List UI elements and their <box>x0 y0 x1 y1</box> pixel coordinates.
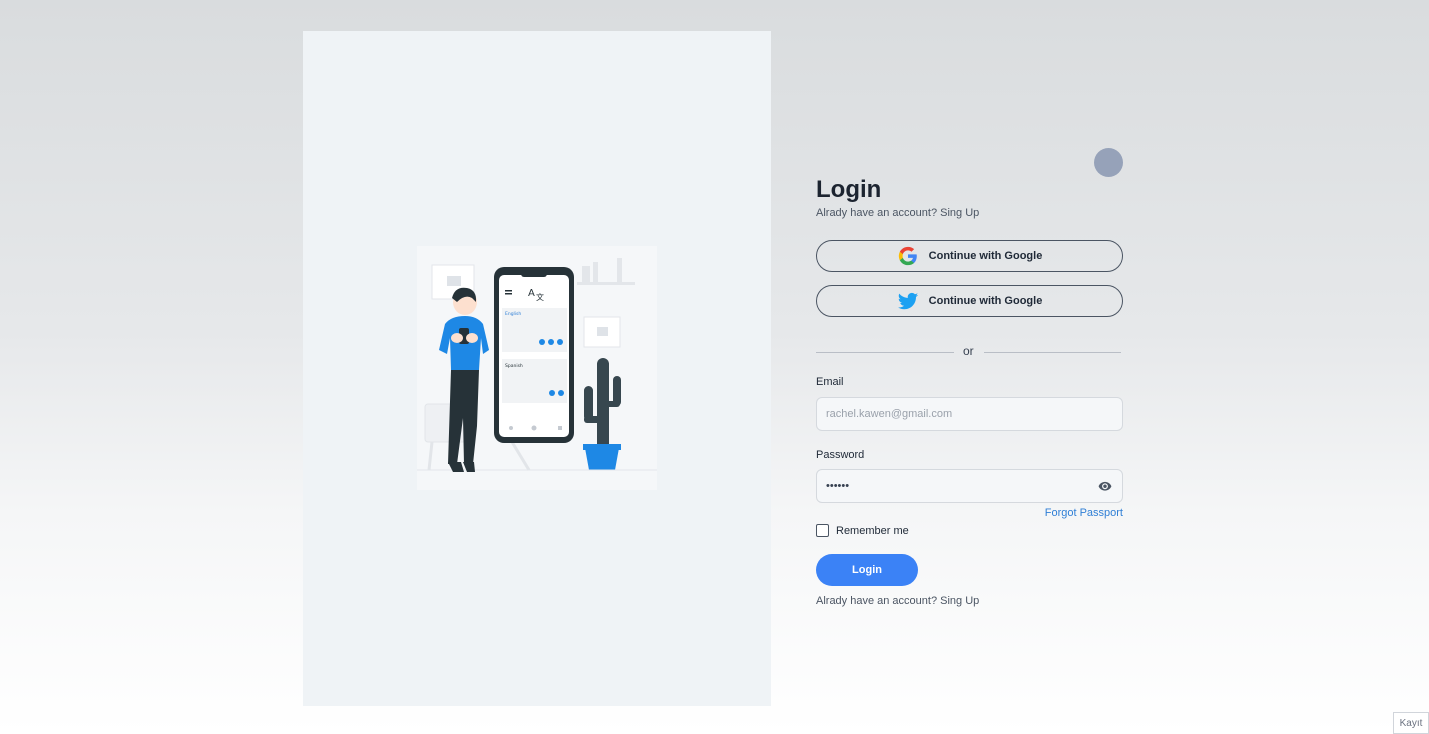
lang-2-label: Spanish <box>505 363 523 369</box>
divider-line-left <box>816 352 954 353</box>
corner-badge[interactable]: Kayıt <box>1393 712 1429 734</box>
password-label: Password <box>816 449 865 461</box>
phone-translation-illustration: A 文 English Spanish <box>417 258 657 472</box>
twitter-signin-button[interactable]: Continue with Google <box>816 285 1123 317</box>
password-field[interactable] <box>816 469 1123 503</box>
twitter-button-label: Continue with Google <box>928 295 1043 307</box>
eye-icon[interactable] <box>1098 479 1112 493</box>
divider-line-right <box>984 352 1121 353</box>
remember-me[interactable]: Remember me <box>816 524 909 537</box>
twitter-icon <box>897 290 919 312</box>
page-title: Login <box>816 176 882 203</box>
remember-me-checkbox[interactable] <box>816 524 829 537</box>
lang-1-label: English <box>505 311 521 317</box>
remember-me-label: Remember me <box>836 524 909 537</box>
email-field[interactable] <box>816 397 1123 431</box>
google-icon <box>897 245 919 267</box>
google-signin-button[interactable]: Continue with Google <box>816 240 1123 272</box>
or-divider: or <box>816 344 1123 360</box>
email-label: Email <box>816 376 844 388</box>
footer-signup-prompt[interactable]: Alrady have an account? Sing Up <box>816 595 979 607</box>
avatar[interactable] <box>1094 148 1123 177</box>
svg-text:文: 文 <box>536 292 544 302</box>
forgot-password-link[interactable]: Forgot Passport <box>1045 507 1123 519</box>
google-button-label: Continue with Google <box>928 250 1043 262</box>
divider-text: or <box>963 344 974 358</box>
signup-prompt[interactable]: Alrady have an account? Sing Up <box>816 207 979 219</box>
illustration-panel: A 文 English Spanish <box>303 31 771 706</box>
svg-text:A: A <box>528 288 535 299</box>
login-button[interactable]: Login <box>816 554 918 586</box>
illustration: A 文 English Spanish <box>417 246 657 490</box>
